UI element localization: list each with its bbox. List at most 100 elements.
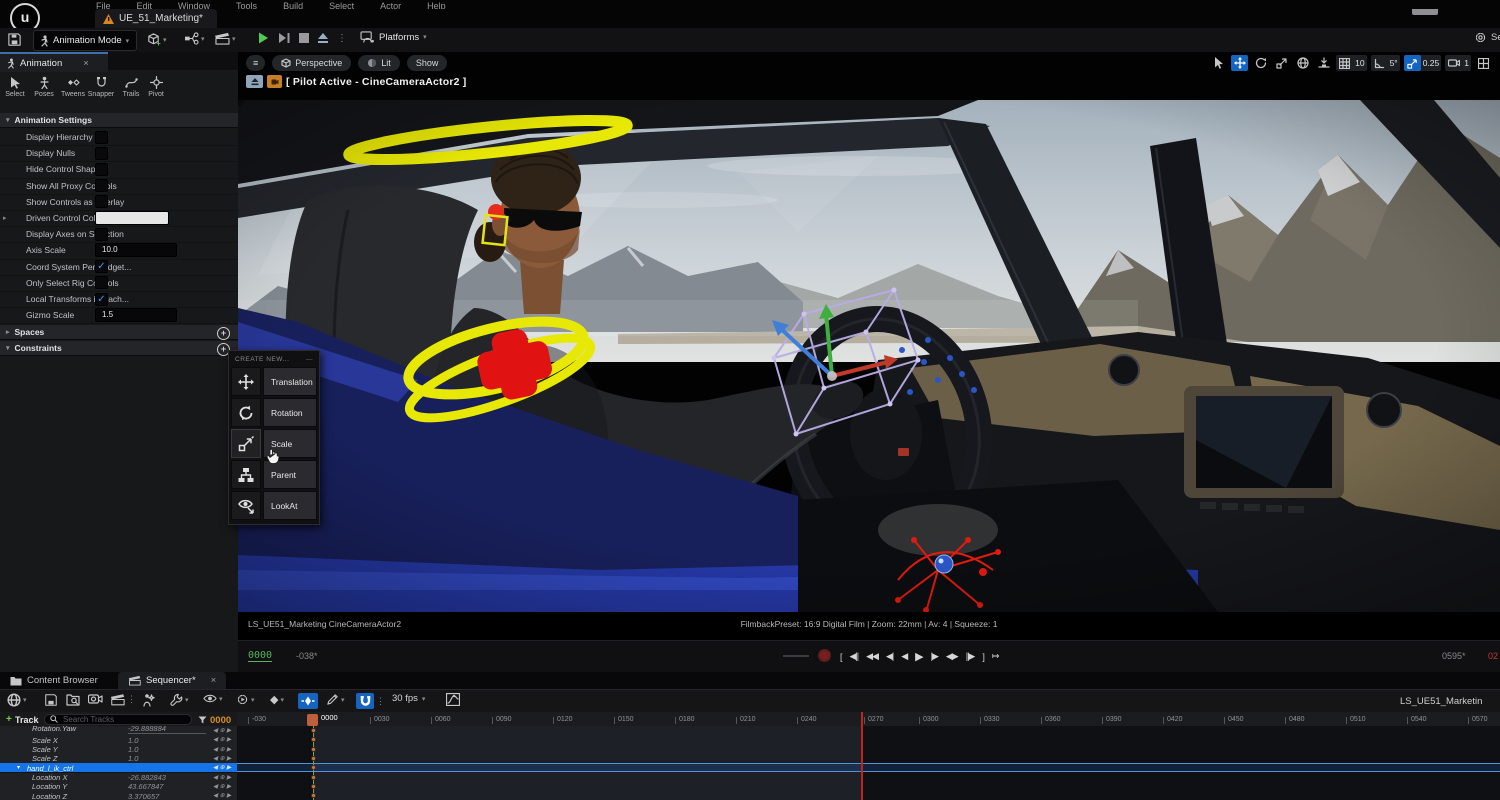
checkbox[interactable] (95, 179, 108, 192)
menu-tools[interactable]: Tools (236, 1, 257, 9)
menu-item-rotation[interactable]: Rotation (231, 398, 317, 427)
checkbox-checked[interactable]: ✓ (95, 260, 108, 273)
section-animation-settings[interactable]: ▾ Animation Settings (0, 113, 238, 128)
tool-tweens[interactable]: Tweens (58, 76, 88, 98)
menu-file[interactable]: File (96, 1, 111, 9)
tab-animation[interactable]: Animation × (0, 52, 108, 72)
prev-key-icon[interactable]: ◀ (213, 764, 218, 771)
keyframe-dot[interactable] (311, 747, 316, 752)
eject-icon[interactable] (317, 33, 329, 44)
lit-dropdown[interactable]: Lit (358, 55, 400, 71)
context-menu-title-row[interactable]: CREATE NEW... — (229, 351, 319, 367)
checkbox[interactable] (95, 131, 108, 144)
find-in-content-browser-button[interactable] (66, 693, 80, 707)
save-button[interactable] (7, 32, 22, 47)
prev-key-icon[interactable]: ◀ (213, 774, 218, 781)
end-marker-tick[interactable] (861, 712, 863, 726)
world-coord-button[interactable] (1294, 55, 1311, 71)
blueprints-button[interactable]: ▾ (184, 32, 205, 45)
playhead-marker[interactable] (307, 714, 318, 726)
save-sequence-button[interactable] (44, 693, 58, 707)
menu-edit[interactable]: Edit (137, 1, 153, 9)
keyframe-dot[interactable] (311, 737, 316, 742)
perspective-dropdown[interactable]: Perspective (272, 55, 351, 71)
checkbox[interactable] (95, 276, 108, 289)
rotation-snap-group[interactable]: 5° (1371, 55, 1400, 71)
render-options-ellipsis[interactable]: ⋮ (127, 694, 136, 705)
menu-select[interactable]: Select (329, 1, 354, 9)
track-search-box[interactable] (44, 714, 192, 725)
step-forward-button[interactable]: |▶ (931, 651, 938, 662)
cinematics-button[interactable]: ▾ (214, 32, 236, 45)
menu-item-translation[interactable]: Translation (231, 367, 317, 396)
play-icon[interactable] (256, 31, 270, 45)
checkbox[interactable] (95, 228, 108, 241)
platforms-dropdown[interactable]: Platforms ▾ (360, 31, 427, 43)
checkbox[interactable] (95, 147, 108, 160)
next-keyframe-button[interactable]: ◀▶ (946, 651, 958, 662)
stop-piloting-button[interactable] (246, 75, 263, 88)
close-icon[interactable]: × (83, 58, 89, 69)
add-key-icon[interactable]: ⊕ (220, 727, 225, 734)
next-key-icon[interactable]: ▶ (227, 774, 232, 781)
search-input[interactable] (61, 714, 175, 725)
tool-select[interactable]: Select (0, 76, 30, 98)
snap-options-ellipsis[interactable]: ⋮ (376, 696, 385, 707)
add-track-plus-icon[interactable]: + (6, 714, 12, 725)
checkbox[interactable] (95, 195, 108, 208)
settings-dropdown[interactable]: Settings (1474, 31, 1500, 44)
edit-mode-dropdown[interactable]: ▾ (326, 693, 345, 706)
surface-snap-button[interactable] (1315, 55, 1332, 71)
menu-item-parent[interactable]: Parent (231, 460, 317, 489)
pilot-camera-button[interactable] (267, 75, 282, 88)
range-end-bracket[interactable]: ] (982, 652, 984, 662)
world-dropdown[interactable]: ▾ (7, 693, 27, 707)
maximize-viewport-button[interactable] (1475, 55, 1492, 71)
jump-to-end-button[interactable]: ||▶ (966, 651, 975, 662)
grid-snap-group[interactable]: 10 (1336, 55, 1366, 71)
axis-scale-field[interactable]: 10.0 (95, 243, 177, 257)
add-key-icon[interactable]: ⊕ (220, 774, 225, 781)
play-options-ellipsis[interactable]: ⋮ (337, 33, 347, 44)
play-button[interactable]: ▶ (915, 650, 922, 663)
add-key-icon[interactable]: ⊕ (220, 783, 225, 790)
prev-key-icon[interactable]: ◀ (213, 727, 218, 734)
menu-build[interactable]: Build (283, 1, 303, 9)
rotate-tool-button[interactable] (1252, 55, 1269, 71)
section-constraints[interactable]: ▾ Constraints + (0, 341, 238, 356)
keyframe-options-dropdown[interactable]: ◆ ▾ (270, 693, 284, 706)
keyframe-dot[interactable] (311, 756, 316, 761)
next-key-icon[interactable]: ▶ (227, 727, 232, 734)
viewport-3d-scene[interactable] (238, 100, 1500, 612)
keyframe-dot[interactable] (311, 775, 316, 780)
add-key-icon[interactable]: ⊕ (220, 746, 225, 753)
level-tab[interactable]: UE_51_Marketing* (95, 9, 217, 28)
render-movie-button[interactable]: ⋮ (110, 693, 136, 706)
track-value[interactable]: -29.888884 (128, 726, 206, 734)
play-reverse-button[interactable]: ◀ (901, 651, 907, 662)
snapping-button[interactable]: ⋮ (356, 693, 385, 709)
add-key-icon[interactable]: ⊕ (220, 755, 225, 762)
menu-item-lookat[interactable]: LookAt (231, 491, 317, 520)
add-spawnable-button[interactable] (142, 693, 156, 707)
add-track-button[interactable]: Track (15, 715, 39, 725)
editor-mode-dropdown[interactable]: Animation Mode ▾ (33, 30, 137, 51)
fps-dropdown[interactable]: 30 fps ▾ (392, 693, 425, 704)
section-spaces[interactable]: ▸ Spaces + (0, 325, 238, 340)
create-camera-button[interactable] (88, 693, 103, 705)
viewport-options-button[interactable]: ≡ (246, 55, 265, 71)
translate-tool-button[interactable] (1231, 55, 1248, 71)
expand-caret-icon[interactable]: ▾ (17, 764, 20, 771)
add-key-icon[interactable]: ⊕ (220, 764, 225, 771)
gizmo-scale-field[interactable]: 1.5 (95, 308, 177, 322)
keyframe-dot[interactable] (311, 793, 316, 798)
menu-help[interactable]: Help (427, 1, 446, 9)
prev-key-icon[interactable]: ◀ (213, 792, 218, 799)
prev-key-icon[interactable]: ◀ (213, 736, 218, 743)
select-tool-button[interactable] (1210, 55, 1227, 71)
skip-icon[interactable] (278, 32, 291, 44)
prev-keyframe-button[interactable]: ◀◀ (866, 651, 878, 662)
add-space-button[interactable]: + (217, 327, 230, 340)
filter-icon[interactable] (198, 716, 207, 724)
prev-key-icon[interactable]: ◀ (213, 783, 218, 790)
